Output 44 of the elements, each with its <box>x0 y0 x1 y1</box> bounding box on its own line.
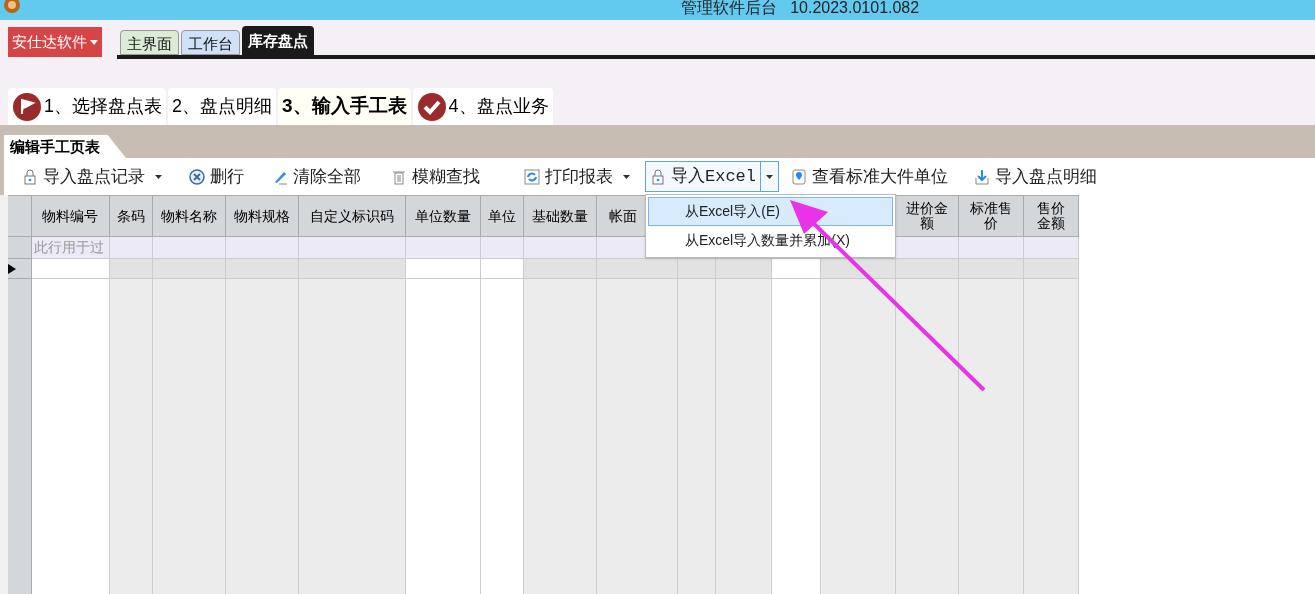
check-icon <box>416 91 447 122</box>
step-tab[interactable]: 2、盘点明细 <box>168 88 277 125</box>
toolbar-button[interactable]: 清除全部 <box>268 162 365 191</box>
toolbar-button[interactable]: 导入盘点明细 <box>970 162 1101 191</box>
tab[interactable]: 库存盘点 <box>242 26 314 55</box>
caret-icon <box>90 39 98 45</box>
column-header[interactable]: 条码 <box>109 195 152 237</box>
step-tab[interactable]: 1、选择盘点表 <box>8 88 166 125</box>
tab[interactable]: 主界面 <box>120 30 179 55</box>
column-header[interactable]: 物料编号 <box>31 195 109 237</box>
download-icon <box>974 168 990 185</box>
column-header[interactable]: 物料规格 <box>225 195 298 237</box>
caret-icon <box>766 174 773 179</box>
trash-icon <box>391 168 407 185</box>
refresh-icon <box>524 168 540 185</box>
brand-menu-button[interactable]: 安仕达软件 <box>8 27 102 57</box>
toolbar-button[interactable]: 查看标准大件单位 <box>787 162 952 191</box>
column-header[interactable]: 标准售价 <box>958 195 1023 237</box>
toolbar-button[interactable]: 打印报表 <box>520 162 617 191</box>
app-logo-icon <box>2 0 22 14</box>
x-circle-icon <box>189 168 205 185</box>
menu-item[interactable]: 从Excel导入(E) <box>648 197 893 226</box>
panel-tab[interactable]: 编辑手工页表 <box>4 135 126 158</box>
column-header[interactable]: 单位 <box>480 195 523 237</box>
step-tab[interactable]: 3、输入手工表 <box>278 88 411 125</box>
pin-icon <box>791 168 807 185</box>
column-header[interactable]: 单位数量 <box>405 195 480 237</box>
tab[interactable]: 工作台 <box>181 30 240 55</box>
step-tab[interactable]: 4、盘点业务 <box>412 88 553 125</box>
toolbar-button[interactable]: 删行 <box>185 162 248 191</box>
caret-icon <box>154 174 162 179</box>
toolbar-button[interactable]: 导入盘点记录 <box>18 162 149 191</box>
toolbar-button[interactable]: 模糊查找 <box>387 162 484 191</box>
row-pointer-icon <box>8 263 16 274</box>
caret-icon <box>622 174 630 179</box>
lock-icon <box>650 168 666 185</box>
column-header[interactable]: 进价金额 <box>895 195 958 237</box>
lock-icon <box>22 168 38 185</box>
window-title: 管理软件后台 10.2023.0101.082 <box>679 0 921 18</box>
column-header[interactable]: 基础数量 <box>523 195 596 237</box>
column-header[interactable]: 自定义标识码 <box>298 195 405 237</box>
flag-icon <box>12 91 42 122</box>
column-header[interactable]: 售价金额 <box>1023 195 1078 237</box>
column-header[interactable]: 物料名称 <box>152 195 225 237</box>
